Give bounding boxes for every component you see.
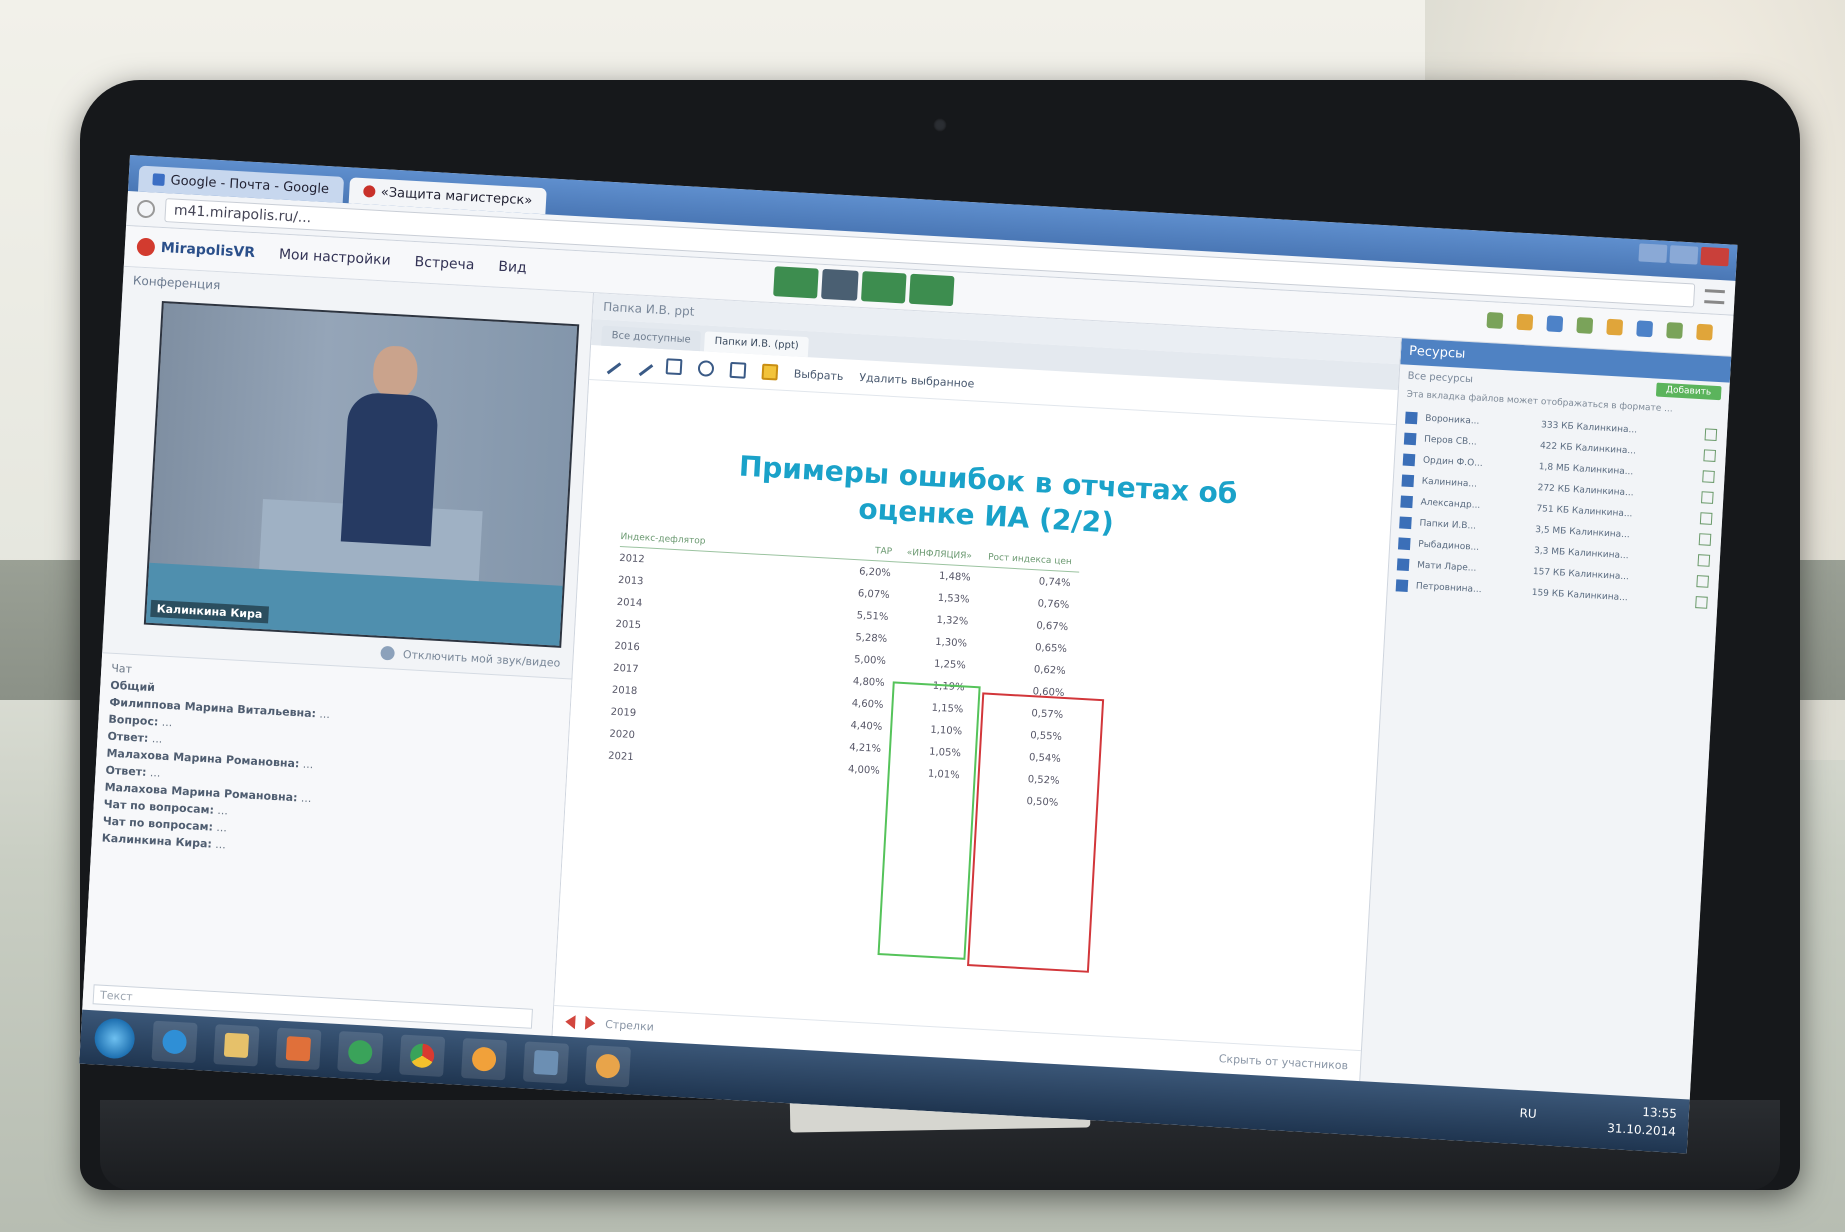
file-icon	[1399, 515, 1412, 529]
menu-my-settings[interactable]: Мои настройки	[279, 246, 392, 268]
file-checkbox[interactable]	[1699, 511, 1713, 525]
file-name: Ордин Ф.О...	[1422, 455, 1484, 469]
ellipse-icon[interactable]	[697, 360, 715, 377]
conference-panel: Конференция Калинкина Кира Отключить мой…	[82, 266, 595, 1036]
clock-date: 31.10.2014	[1606, 1120, 1677, 1139]
slide: Примеры ошибок в отчетах об оценке ИА (2…	[554, 380, 1396, 1050]
chat-panel: Чат Общий Филиппова Марина Витальевна: .…	[82, 652, 572, 1036]
chrome-icon	[362, 185, 376, 198]
tool-icon[interactable]	[1576, 317, 1594, 334]
webcam-icon	[933, 118, 947, 132]
dvd-icon[interactable]	[460, 1037, 508, 1081]
tool-icon[interactable]	[1546, 315, 1564, 333]
gmail-icon	[152, 173, 165, 186]
explorer-icon[interactable]	[213, 1024, 260, 1067]
tool-icon[interactable]	[1606, 318, 1624, 336]
text-icon[interactable]	[729, 361, 747, 379]
app-logo: MirapolisVR	[136, 237, 256, 263]
file-checkbox[interactable]	[1698, 532, 1712, 546]
highlight-box-green	[877, 681, 981, 960]
file-name: Вороника...	[1425, 413, 1480, 427]
menu-meeting[interactable]: Встреча	[414, 254, 475, 273]
menu-view[interactable]: Вид	[498, 259, 527, 277]
slide-table: Индекс-дефлятор ТАР «ИНФЛЯЦИЯ» Рост инде…	[606, 531, 1105, 973]
tab-label: Google - Почта - Google	[170, 172, 330, 197]
file-icon	[1395, 578, 1409, 592]
file-name: Рыбадинов...	[1418, 539, 1480, 553]
tool-icon[interactable]	[1486, 312, 1504, 329]
rectangle-icon[interactable]	[665, 358, 683, 376]
start-button[interactable]	[93, 1017, 136, 1060]
browser-menu-icon[interactable]	[1704, 289, 1725, 305]
system-tray: RU 13:55 31.10.2014	[1519, 1101, 1678, 1141]
pen-icon[interactable]	[598, 351, 622, 375]
tab-label: «Защита магистерск»	[380, 184, 533, 209]
file-size: 159 КБ Калинкина...	[1531, 587, 1629, 603]
minimize-button[interactable]	[1638, 243, 1668, 263]
ie-icon[interactable]	[151, 1020, 198, 1064]
language-indicator[interactable]: RU	[1519, 1104, 1537, 1123]
camera-button[interactable]	[860, 271, 907, 304]
user-app-icon[interactable]	[584, 1044, 631, 1088]
file-checkbox[interactable]	[1703, 448, 1717, 462]
select-tool[interactable]: Выбрать	[793, 367, 843, 383]
file-list: Вороника... 333 КБ Калинкина... Перов СВ..…	[1387, 402, 1727, 617]
tool-icon[interactable]	[1636, 320, 1654, 338]
file-name: Папки И.В...	[1419, 518, 1477, 532]
media-controls	[773, 266, 955, 307]
file-icon	[1401, 474, 1415, 487]
footer-left: Стрелки	[604, 1017, 655, 1034]
prev-slide-icon[interactable]	[564, 1014, 576, 1030]
mute-toggle[interactable]: Отключить мой звук/видео	[403, 648, 561, 670]
highlight-box-red	[967, 692, 1105, 973]
file-checkbox[interactable]	[1702, 469, 1715, 483]
highlighter-icon[interactable]	[761, 363, 779, 381]
toolbar-icons	[1486, 312, 1713, 341]
document-panel: Папка И.В. ppt Все доступные Папки И.В. …	[552, 293, 1402, 1082]
chrome-taskbar-icon[interactable]	[399, 1034, 446, 1077]
file-checkbox[interactable]	[1704, 427, 1718, 441]
file-checkbox[interactable]	[1697, 553, 1711, 567]
reload-icon[interactable]	[136, 199, 156, 219]
next-slide-icon[interactable]	[584, 1015, 596, 1031]
resources-panel: Ресурсы Все ресурсы Добавить Эта вкладка…	[1360, 338, 1732, 1100]
marker-icon[interactable]	[630, 353, 654, 377]
microphone-button[interactable]	[773, 266, 819, 299]
file-icon	[1403, 432, 1417, 445]
screen-share-button[interactable]	[908, 273, 955, 307]
file-checkbox[interactable]	[1701, 490, 1714, 504]
hide-from-participants[interactable]: Скрыть от участников	[1218, 1052, 1348, 1072]
app-name: MirapolisVR	[160, 239, 256, 262]
window-controls	[1638, 243, 1730, 267]
file-name: Александр...	[1420, 497, 1481, 511]
speaker-video[interactable]: Калинкина Кира	[143, 301, 580, 648]
add-resource-button[interactable]: Добавить	[1655, 382, 1722, 401]
close-button[interactable]	[1700, 246, 1730, 267]
file-name: Калинина...	[1421, 476, 1478, 490]
tool-icon[interactable]	[1516, 313, 1534, 331]
file-name: Перов СВ...	[1423, 434, 1478, 448]
file-icon	[1405, 411, 1418, 424]
mirapolis-logo-icon	[136, 237, 156, 257]
file-name: Петровнина...	[1415, 580, 1482, 595]
conference-body: Конференция Калинкина Кира Отключить мой…	[82, 266, 1732, 1100]
help-icon[interactable]	[337, 1031, 384, 1074]
tool-icon[interactable]	[1696, 323, 1713, 341]
app-icon[interactable]	[522, 1041, 570, 1084]
maximize-button[interactable]	[1669, 245, 1699, 265]
speaker-figure	[340, 344, 442, 549]
file-name: Мати Ларе...	[1416, 559, 1477, 574]
laptop-screen: Google - Почта - Google «Защита магистер…	[79, 155, 1738, 1154]
file-icon	[1397, 536, 1411, 550]
file-icon	[1400, 494, 1413, 508]
media-player-icon[interactable]	[275, 1027, 322, 1070]
clear-tool[interactable]: Удалить выбранное	[859, 371, 975, 390]
file-icon	[1396, 557, 1410, 571]
hand-raise-button[interactable]	[821, 268, 859, 301]
file-checkbox[interactable]	[1695, 595, 1708, 609]
user-icon	[380, 645, 396, 661]
file-checkbox[interactable]	[1696, 574, 1710, 588]
tool-icon[interactable]	[1666, 322, 1684, 339]
file-icon	[1402, 453, 1416, 466]
